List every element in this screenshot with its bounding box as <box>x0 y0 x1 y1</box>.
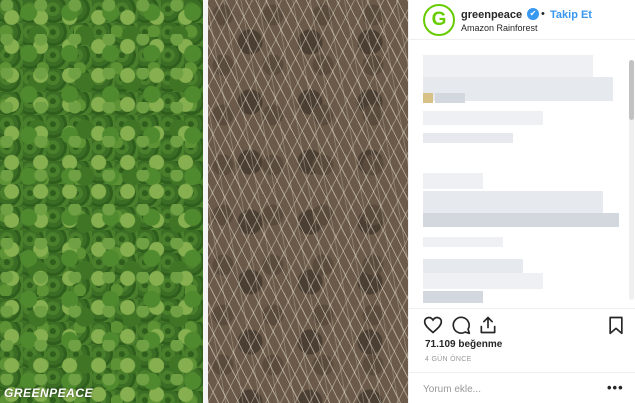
blurred-comment <box>423 273 543 289</box>
blurred-comment <box>423 237 503 247</box>
comments-scrollbar[interactable] <box>629 60 634 300</box>
share-icon[interactable] <box>478 315 498 335</box>
post-timestamp[interactable]: 4 GÜN ÖNCE <box>425 356 472 363</box>
bookmark-icon[interactable] <box>606 315 626 335</box>
heart-icon[interactable] <box>423 315 443 335</box>
avatar-logo: G <box>431 9 447 30</box>
forest-image <box>0 0 203 403</box>
blurred-emoji <box>423 93 433 103</box>
comment-icon[interactable] <box>451 315 471 335</box>
location-link[interactable]: Amazon Rainforest <box>461 23 538 33</box>
blurred-comment <box>423 259 523 273</box>
greenpeace-watermark: GREENPEACE <box>4 386 94 400</box>
post-media[interactable]: GREENPEACE <box>0 0 408 403</box>
post-sidebar: G greenpeace ✔ • Takip Et Amazon Rainfor… <box>408 0 635 403</box>
like-count[interactable]: 71.109 beğenme <box>425 339 502 350</box>
more-options-button[interactable]: ••• <box>607 380 624 395</box>
add-comment-section: ••• <box>409 372 635 403</box>
follow-button[interactable]: Takip Et <box>550 9 592 21</box>
blurred-comment <box>435 93 465 103</box>
blurred-comment <box>423 173 483 189</box>
separator-dot: • <box>541 8 545 20</box>
username-link[interactable]: greenpeace <box>461 9 522 21</box>
action-bar <box>409 308 635 338</box>
blurred-comment <box>423 111 543 125</box>
comments-list[interactable] <box>409 41 635 306</box>
scrollbar-thumb[interactable] <box>629 60 634 120</box>
avatar[interactable]: G <box>423 4 455 36</box>
post-header: G greenpeace ✔ • Takip Et Amazon Rainfor… <box>409 0 635 40</box>
blurred-comment <box>423 55 593 77</box>
blurred-comment <box>423 191 603 213</box>
blurred-comment <box>423 291 483 303</box>
deforested-image <box>208 0 408 403</box>
verified-badge-icon: ✔ <box>527 8 539 20</box>
blurred-comment <box>423 133 513 143</box>
comment-input[interactable] <box>423 381 593 397</box>
blurred-comment <box>423 213 619 227</box>
